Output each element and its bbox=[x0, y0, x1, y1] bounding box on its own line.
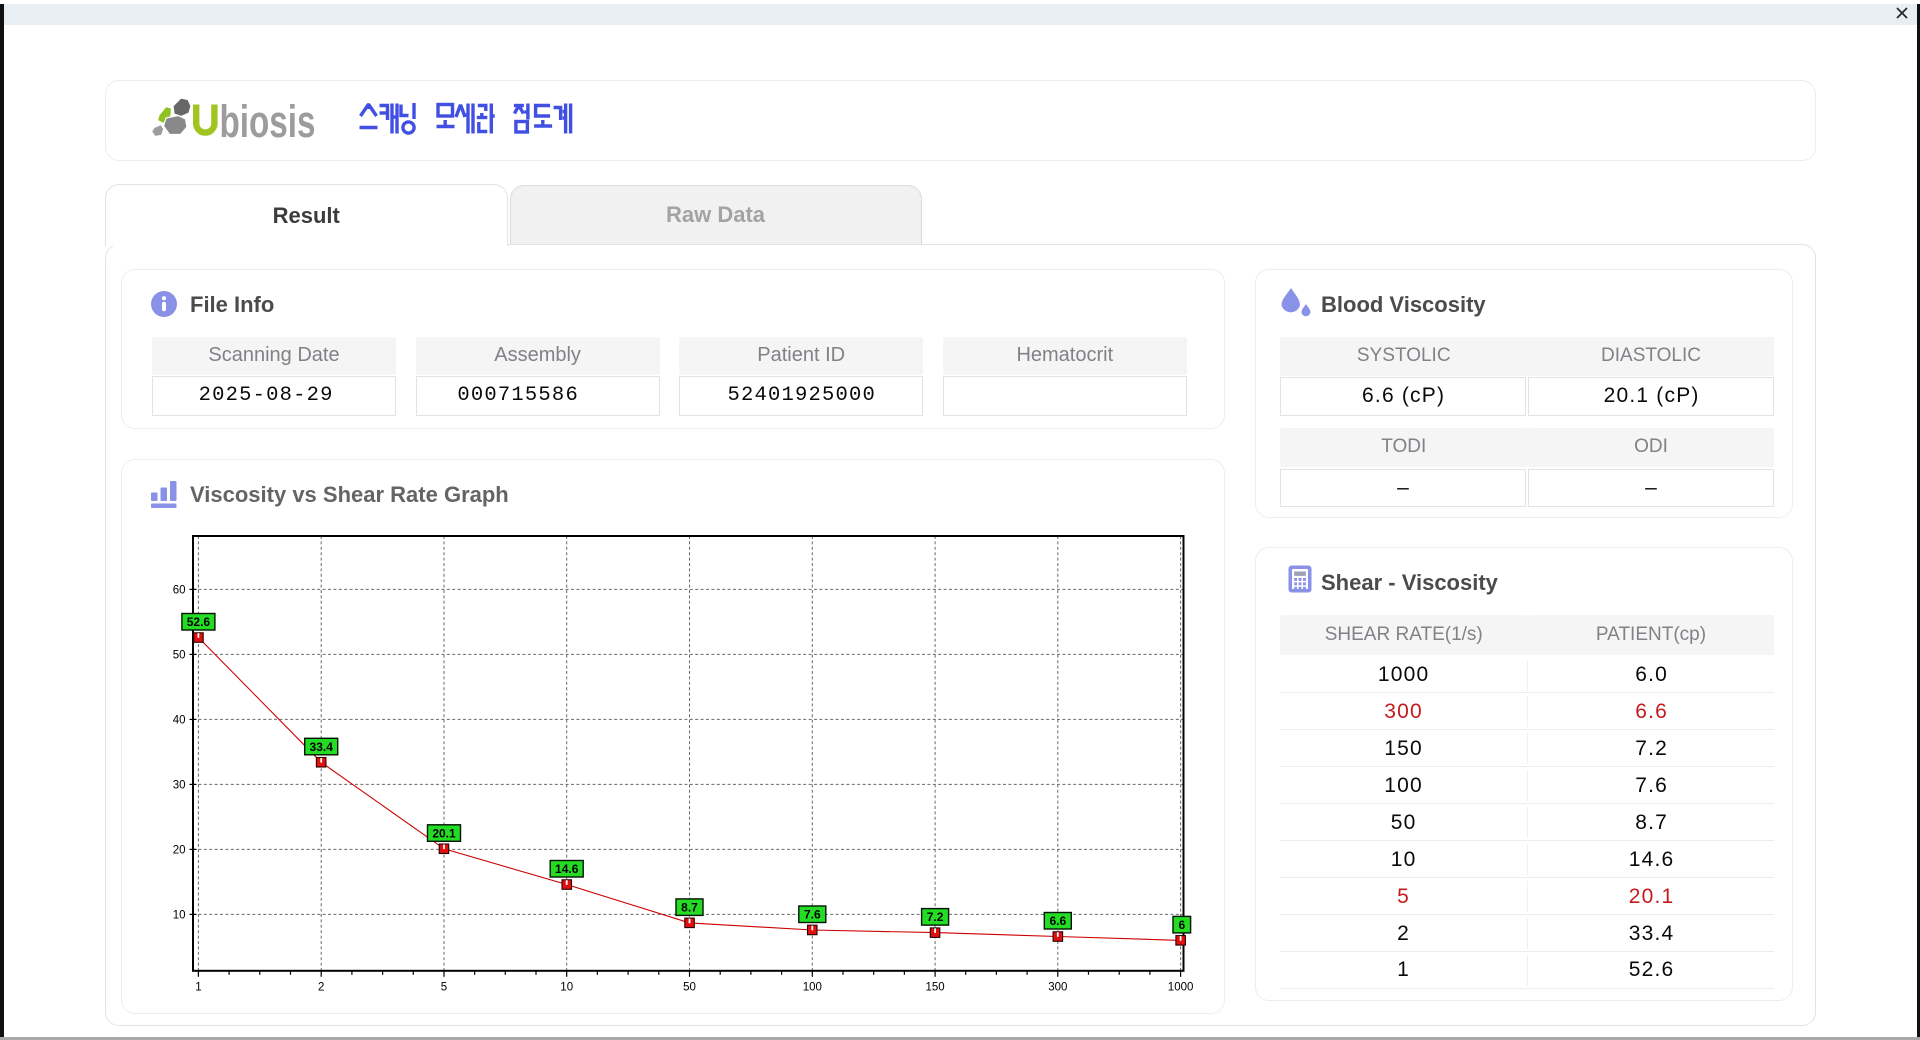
svg-text:30: 30 bbox=[173, 779, 186, 791]
svg-text:20.1: 20.1 bbox=[432, 826, 456, 840]
svg-text:150: 150 bbox=[926, 981, 945, 993]
svg-text:50: 50 bbox=[683, 981, 696, 993]
svg-text:14.6: 14.6 bbox=[555, 862, 579, 876]
svg-text:7.6: 7.6 bbox=[804, 908, 821, 922]
svg-text:50: 50 bbox=[173, 649, 186, 661]
svg-text:10: 10 bbox=[173, 909, 186, 921]
svg-text:60: 60 bbox=[173, 584, 186, 596]
svg-text:100: 100 bbox=[803, 981, 822, 993]
svg-text:2: 2 bbox=[318, 981, 324, 993]
svg-text:40: 40 bbox=[173, 714, 186, 726]
svg-text:5: 5 bbox=[441, 981, 447, 993]
svg-text:52.6: 52.6 bbox=[187, 615, 211, 629]
svg-text:1: 1 bbox=[195, 981, 201, 993]
svg-text:1000: 1000 bbox=[1168, 981, 1194, 993]
svg-text:8.7: 8.7 bbox=[681, 901, 698, 915]
svg-text:6.6: 6.6 bbox=[1049, 914, 1066, 928]
svg-text:300: 300 bbox=[1048, 981, 1067, 993]
svg-text:33.4: 33.4 bbox=[310, 740, 334, 754]
svg-text:7.2: 7.2 bbox=[927, 910, 944, 924]
svg-text:20: 20 bbox=[173, 844, 186, 856]
svg-text:10: 10 bbox=[560, 981, 573, 993]
svg-text:6: 6 bbox=[1178, 918, 1185, 932]
